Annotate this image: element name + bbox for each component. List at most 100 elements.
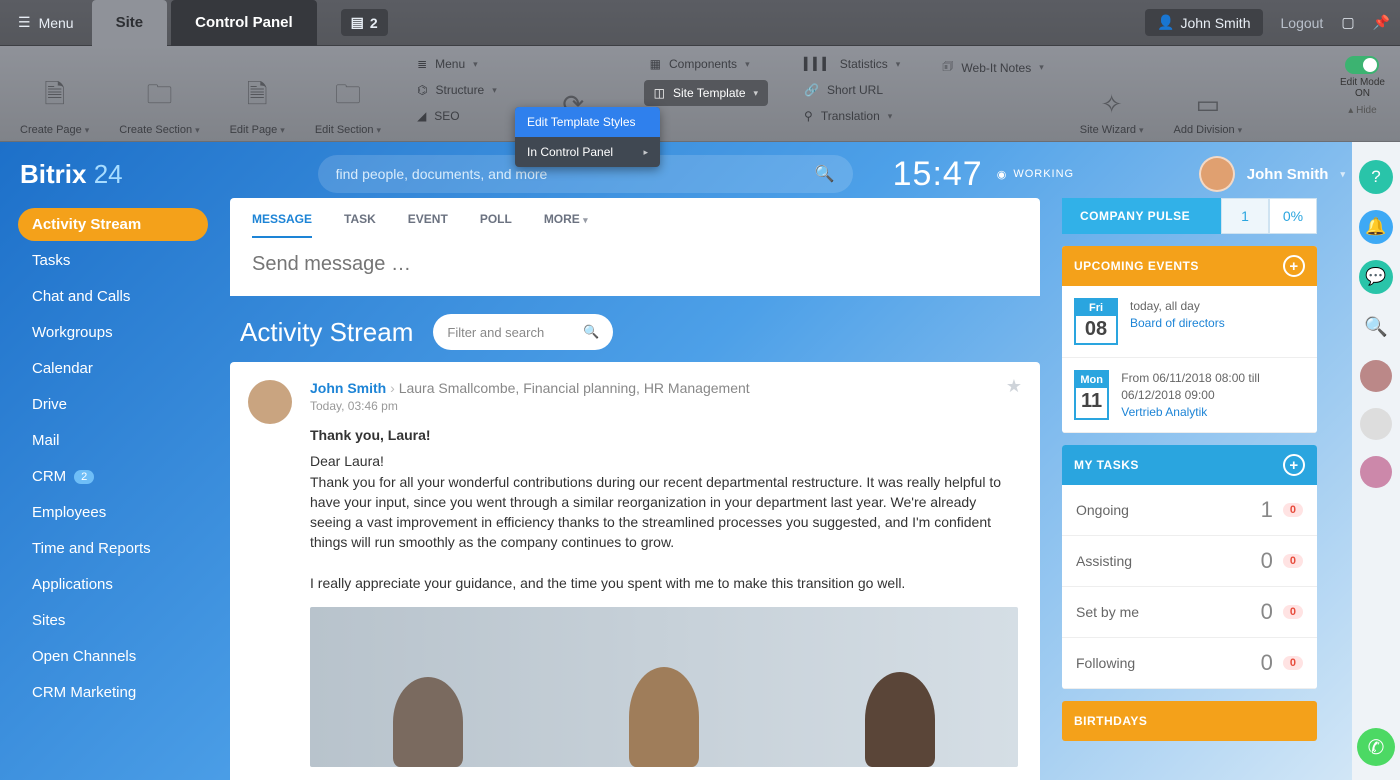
chat-button[interactable]: 💬 (1359, 260, 1393, 294)
globe-icon: ⚲ (804, 109, 813, 123)
add-task-button[interactable]: + (1283, 454, 1305, 476)
post-image[interactable] (310, 607, 1018, 767)
add-division-button[interactable]: ▭Add Division▾ (1174, 54, 1243, 136)
stream-post: ★ John Smith › Laura Smallcombe, Financi… (230, 362, 1040, 780)
add-event-button[interactable]: + (1283, 255, 1305, 277)
event-link[interactable]: Vertrieb Analytik (1121, 405, 1207, 419)
event-link[interactable]: Board of directors (1130, 316, 1225, 330)
edit-section-button[interactable]: 🗀Edit Section▾ (315, 54, 381, 136)
event-row[interactable]: Fri08 today, all dayBoard of directors (1062, 286, 1317, 358)
note-icon: 🗊 (942, 57, 953, 78)
notification-badge[interactable]: ▤ 2 (341, 9, 388, 36)
sidebar-item-mail[interactable]: Mail (18, 424, 208, 457)
upcoming-events-card: UPCOMING EVENTS + Fri08 today, all dayBo… (1062, 246, 1317, 433)
ribbon-site-template[interactable]: ◫Site Template▾ (644, 80, 768, 106)
stream-filter[interactable]: Filter and search🔍 (433, 314, 613, 350)
post-paragraph-1: Thank you for all your wonderful contrib… (310, 472, 1018, 553)
call-button[interactable]: ✆ (1357, 728, 1395, 766)
task-row-setbyme[interactable]: Set by me00 (1062, 587, 1317, 638)
template-icon: ◫ (654, 86, 665, 100)
menu-button[interactable]: ☰ Menu (0, 14, 92, 31)
composer-tab-more[interactable]: MORE ▾ (544, 212, 588, 238)
hamburger-icon: ☰ (18, 14, 31, 31)
notifications-button[interactable]: 🔔 (1359, 210, 1393, 244)
dd-in-control-panel[interactable]: In Control Panel▸ (515, 137, 660, 167)
sidebar-item-chat[interactable]: Chat and Calls (18, 280, 208, 313)
sidebar-item-time-reports[interactable]: Time and Reports (18, 532, 208, 565)
sidebar-item-activity-stream[interactable]: Activity Stream (18, 208, 208, 241)
ribbon-statistics[interactable]: ▍▍▍Statistics▾ (798, 54, 906, 74)
pulse-label: COMPANY PULSE (1062, 198, 1221, 234)
clock[interactable]: 15:47 (893, 155, 983, 194)
sidebar-item-workgroups[interactable]: Workgroups (18, 316, 208, 349)
composer-tab-poll[interactable]: POLL (480, 212, 512, 238)
pulse-v2: 0% (1269, 198, 1317, 234)
tab-site[interactable]: Site (92, 0, 168, 46)
ribbon-translation[interactable]: ⚲Translation▾ (798, 106, 906, 126)
company-pulse[interactable]: COMPANY PULSE 1 0% (1062, 198, 1317, 234)
post-recipients[interactable]: Laura Smallcombe, Financial planning, HR… (399, 380, 750, 396)
edit-mode-label: Edit Mode (1340, 77, 1385, 88)
ribbon-menu[interactable]: ≣Menu▾ (411, 54, 503, 74)
work-status[interactable]: ◉WORKING (997, 168, 1074, 181)
event-row[interactable]: Mon11 From 06/11/2018 08:00 till 06/12/2… (1062, 358, 1317, 433)
ribbon-short-url[interactable]: 🔗Short URL (798, 80, 906, 100)
sidebar-item-drive[interactable]: Drive (18, 388, 208, 421)
help-button[interactable]: ? (1359, 160, 1393, 194)
logo[interactable]: Bitrix 24 (20, 159, 123, 190)
admin-user-chip[interactable]: 👤 John Smith (1145, 9, 1262, 36)
stream-title: Activity Stream (240, 317, 413, 348)
portal-user-chip[interactable]: John Smith ▾ (1199, 156, 1345, 192)
sidebar-item-crm[interactable]: CRM2 (18, 460, 208, 493)
ribbon-components[interactable]: ▦Components▾ (644, 54, 768, 74)
sidebar-item-open-channels[interactable]: Open Channels (18, 640, 208, 673)
search-icon[interactable]: 🔍 (815, 164, 835, 184)
sidebar-item-sites[interactable]: Sites (18, 604, 208, 637)
sidebar-item-calendar[interactable]: Calendar (18, 352, 208, 385)
composer-tab-event[interactable]: EVENT (408, 212, 448, 238)
post-avatar[interactable] (248, 380, 292, 424)
admin-ribbon: 🗎Create Page▾ 🗀Create Section▾ 🗎Edit Pag… (0, 46, 1400, 142)
card-icon: ▤ (351, 14, 364, 31)
task-row-assisting[interactable]: Assisting00 (1062, 536, 1317, 587)
chart-icon: ◢ (417, 109, 426, 123)
composer-tab-task[interactable]: TASK (344, 212, 376, 238)
person-icon: 👤 (1157, 14, 1174, 31)
task-row-following[interactable]: Following00 (1062, 638, 1317, 689)
rail-search-button[interactable]: 🔍 (1359, 310, 1393, 344)
ribbon-seo[interactable]: ◢SEO (411, 106, 503, 126)
edit-mode-toggle[interactable] (1345, 56, 1379, 74)
site-template-dropdown: Edit Template Styles In Control Panel▸ (515, 107, 660, 167)
create-page-button[interactable]: 🗎Create Page▾ (20, 54, 89, 136)
window-icon[interactable]: ▢ (1341, 14, 1354, 31)
logout-link[interactable]: Logout (1281, 15, 1324, 31)
ribbon-webit-notes[interactable]: 🗊Web-It Notes▾ (936, 54, 1049, 81)
dd-edit-template-styles[interactable]: Edit Template Styles (515, 107, 660, 137)
contact-avatar[interactable] (1360, 360, 1392, 392)
sidebar-item-employees[interactable]: Employees (18, 496, 208, 529)
create-section-button[interactable]: 🗀Create Section▾ (119, 54, 199, 136)
site-wizard-button[interactable]: ✧Site Wizard▾ (1080, 54, 1144, 136)
sidebar-item-applications[interactable]: Applications (18, 568, 208, 601)
ribbon-structure[interactable]: ⌬Structure▾ (411, 80, 503, 100)
composer: MESSAGE TASK EVENT POLL MORE ▾ (230, 198, 1040, 296)
sidebar-item-tasks[interactable]: Tasks (18, 244, 208, 277)
contact-avatar[interactable] (1360, 456, 1392, 488)
sidebar-item-crm-marketing[interactable]: CRM Marketing (18, 676, 208, 709)
tab-control-panel[interactable]: Control Panel (171, 0, 317, 46)
composer-tab-message[interactable]: MESSAGE (252, 212, 312, 238)
folder-edit-icon: 🗀 (335, 76, 361, 120)
edit-page-button[interactable]: 🗎Edit Page▾ (230, 54, 285, 136)
composer-input[interactable] (252, 253, 1018, 276)
task-row-ongoing[interactable]: Ongoing10 (1062, 485, 1317, 536)
search-input[interactable] (336, 166, 815, 182)
edit-mode-toggle-group: Edit Mode ON ▴ Hide (1340, 56, 1385, 116)
hide-button[interactable]: ▴ Hide (1340, 105, 1385, 116)
contact-avatar[interactable] (1360, 408, 1392, 440)
admin-user-name: John Smith (1180, 15, 1250, 31)
post-author[interactable]: John Smith (310, 380, 386, 396)
header-row: Bitrix 24 🔍 15:47 ◉WORKING John Smith ▾ (20, 152, 1345, 196)
pin-icon[interactable]: 📌 (1373, 14, 1390, 31)
star-icon[interactable]: ★ (1006, 376, 1022, 397)
post-greeting: Dear Laura! (310, 451, 1018, 471)
